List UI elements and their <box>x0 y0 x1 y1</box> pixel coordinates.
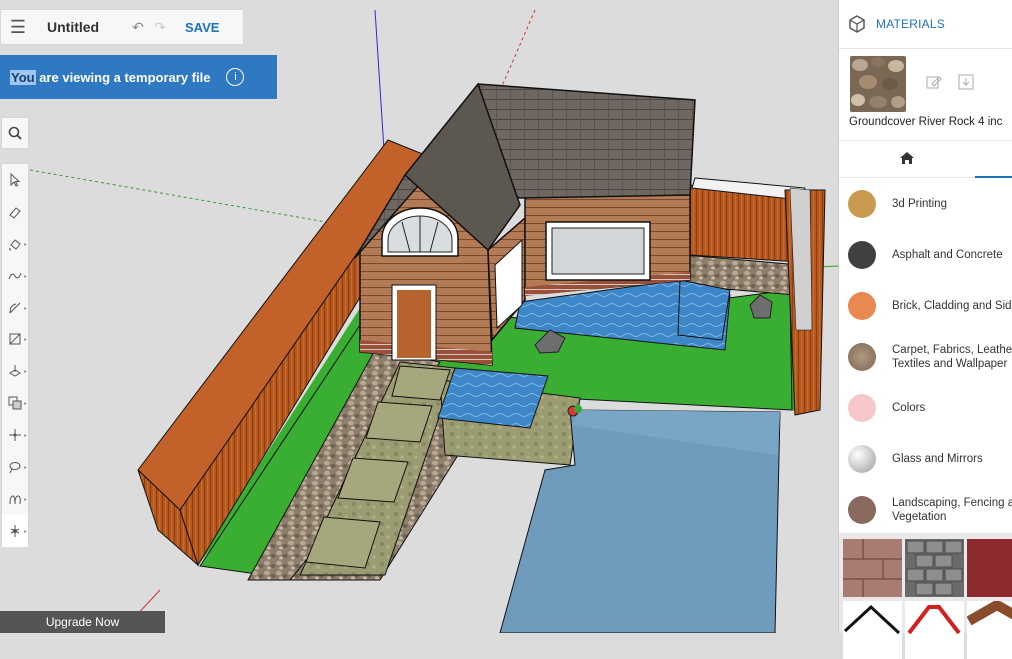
rotate-icon <box>9 461 21 474</box>
freehand-icon <box>8 272 22 279</box>
category-swatch <box>848 342 876 371</box>
move-tool[interactable]: ▸ <box>2 419 28 451</box>
home-icon <box>900 152 914 164</box>
search-icon <box>8 126 22 140</box>
paint-bucket-icon <box>9 239 21 251</box>
push-pull-tool[interactable]: ▸ <box>2 355 28 387</box>
category-label: Carpet, Fabrics, Leathe Textiles and Wal… <box>892 343 1012 370</box>
top-toolbar: ☰ Untitled ↶ ↷ SAVE <box>0 9 244 45</box>
material-swatch-grid <box>839 533 1012 659</box>
orbit-tool[interactable]: ▸ <box>2 514 28 547</box>
tool-palette: ▸ ▸ ▸ ▸ ▸ ▸ ▸ ▸ ▸ ▸ <box>1 163 29 547</box>
category-asphalt-concrete[interactable]: Asphalt and Concrete <box>839 229 1012 280</box>
category-label: Landscaping, Fencing a Vegetation <box>892 496 1012 523</box>
materials-title: MATERIALS <box>876 17 945 31</box>
arc-tool[interactable]: ▸ <box>2 292 28 324</box>
rectangle-tool[interactable]: ▸ <box>2 323 28 355</box>
materials-panel: MATERIALS Groundcover River Rock 4 inc 3… <box>838 0 1012 659</box>
orbit-icon <box>10 524 20 537</box>
save-button[interactable]: SAVE <box>185 20 219 35</box>
material-swatch[interactable] <box>843 539 902 597</box>
material-swatch[interactable] <box>967 601 1012 659</box>
banner-highlight: You <box>10 69 36 85</box>
materials-header: MATERIALS <box>839 0 1012 49</box>
material-swatch[interactable] <box>905 601 964 659</box>
paint-bucket-tool[interactable]: ▸ <box>2 228 28 260</box>
category-swatch <box>848 189 876 218</box>
upgrade-now-button[interactable]: Upgrade Now <box>0 611 165 633</box>
category-swatch <box>848 495 876 524</box>
redo-icon[interactable]: ↷ <box>149 19 171 36</box>
eraser-icon <box>9 207 21 219</box>
tape-measure-tool[interactable]: ▸ <box>2 483 28 515</box>
rotate-tool[interactable]: ▸ <box>2 451 28 483</box>
materials-cube-icon <box>849 15 865 33</box>
select-icon <box>10 172 21 187</box>
search-button[interactable] <box>1 117 29 149</box>
materials-tabs <box>839 140 1012 178</box>
category-landscaping[interactable]: Landscaping, Fencing a Vegetation <box>839 484 1012 535</box>
document-title[interactable]: Untitled <box>35 19 127 35</box>
category-carpet-fabrics[interactable]: Carpet, Fabrics, Leathe Textiles and Wal… <box>839 331 1012 382</box>
rectangle-icon <box>9 333 21 345</box>
category-3d-printing[interactable]: 3d Printing <box>839 178 1012 229</box>
home-tab[interactable] <box>899 151 915 170</box>
selected-material-name: Groundcover River Rock 4 inc <box>849 116 1003 128</box>
download-icon <box>958 74 974 90</box>
category-label: Colors <box>892 401 926 414</box>
freehand-tool[interactable]: ▸ <box>2 260 28 292</box>
offset-tool[interactable]: ▸ <box>2 387 28 419</box>
banner-text: are viewing a temporary file <box>35 69 211 85</box>
offset-icon <box>8 396 22 410</box>
category-swatch <box>848 393 876 422</box>
material-swatch[interactable] <box>843 601 902 659</box>
category-colors[interactable]: Colors <box>839 382 1012 433</box>
material-swatch[interactable] <box>967 539 1012 597</box>
category-label: Brick, Cladding and Sid <box>892 299 1012 312</box>
edit-icon <box>926 76 942 89</box>
undo-icon[interactable]: ↶ <box>127 19 149 36</box>
material-actions <box>924 72 976 92</box>
category-label: Glass and Mirrors <box>892 452 983 465</box>
edit-material-button[interactable] <box>924 72 944 92</box>
category-swatch <box>848 444 876 473</box>
selected-material-preview <box>850 56 906 112</box>
material-swatch[interactable] <box>905 539 964 597</box>
select-tool[interactable] <box>2 164 28 196</box>
eraser-tool[interactable] <box>2 196 28 228</box>
push-pull-icon <box>9 365 21 377</box>
category-swatch <box>848 240 876 269</box>
category-glass-mirrors[interactable]: Glass and Mirrors <box>839 433 1012 484</box>
category-brick-cladding[interactable]: Brick, Cladding and Sid <box>839 280 1012 331</box>
temporary-file-banner: You are viewing a temporary file i <box>0 55 277 99</box>
download-material-button[interactable] <box>956 72 976 92</box>
category-label: Asphalt and Concrete <box>892 248 1003 261</box>
arc-icon <box>9 302 21 313</box>
move-icon <box>9 429 21 442</box>
tape-measure-icon <box>9 495 21 504</box>
category-label: 3d Printing <box>892 197 947 210</box>
material-category-list: 3d Printing Asphalt and Concrete Brick, … <box>839 178 1012 535</box>
category-swatch <box>848 291 876 320</box>
info-icon[interactable]: i <box>226 68 245 86</box>
hamburger-icon[interactable]: ☰ <box>1 17 35 38</box>
